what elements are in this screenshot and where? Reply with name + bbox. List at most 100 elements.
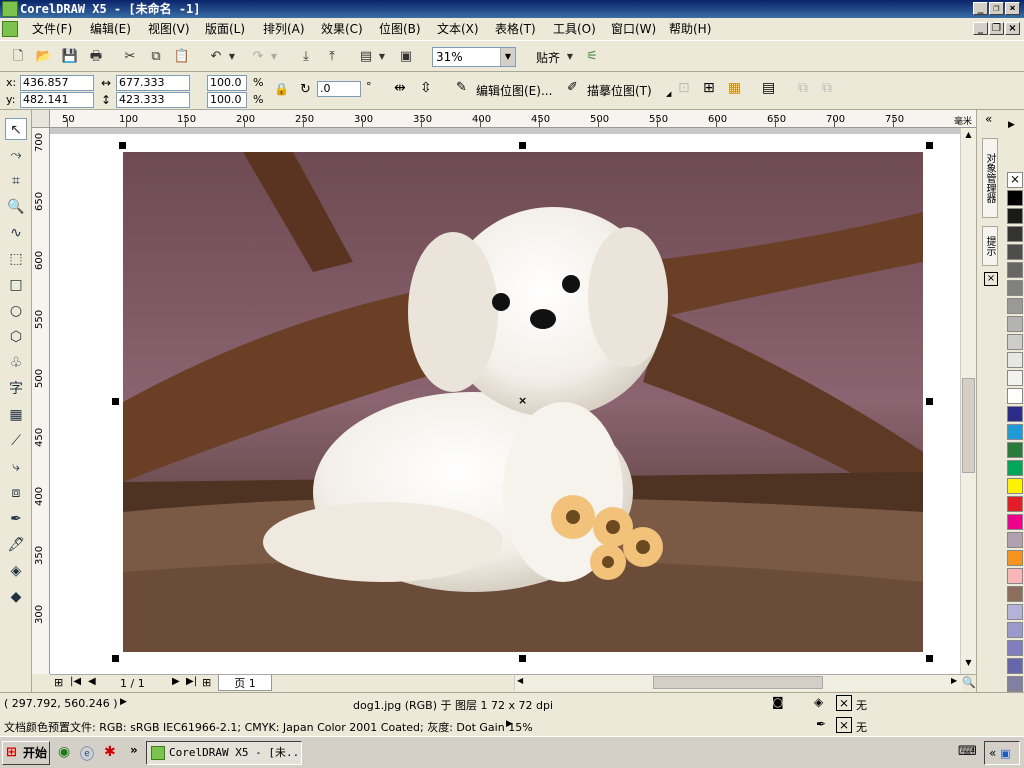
export-icon[interactable]: ⤒ xyxy=(322,47,342,67)
ellipse-tool-icon[interactable]: ○ xyxy=(5,300,27,322)
page-tab-1[interactable]: 页 1 xyxy=(218,675,272,691)
color-swatch[interactable] xyxy=(1007,316,1023,332)
color-swatch[interactable] xyxy=(1007,190,1023,206)
ie-quicklaunch-icon[interactable]: ⓔ xyxy=(80,744,94,764)
menu-view[interactable]: 视图(V) xyxy=(148,18,190,40)
navigator-zoom-icon[interactable]: 🔍 xyxy=(962,676,976,689)
drawing-canvas[interactable]: × xyxy=(50,128,960,674)
vertical-ruler[interactable]: 700 650 600 550 500 450 400 350 300 xyxy=(32,128,50,674)
profile-arrow-icon[interactable]: ▶ xyxy=(506,719,513,729)
rotation-angle-field[interactable]: .0 xyxy=(317,81,361,97)
horizontal-scroll-thumb[interactable] xyxy=(653,676,823,689)
print-icon[interactable]: 🖶 xyxy=(86,47,106,67)
undo-dropdown-icon[interactable]: ▼ xyxy=(226,47,238,67)
taskbar-coreldraw-window[interactable]: CorelDRAW X5 - [未... xyxy=(146,741,302,765)
pick-tool-icon[interactable]: ↖ xyxy=(5,118,27,140)
color-swatch[interactable] xyxy=(1007,460,1023,476)
edit-bitmap-button[interactable]: 编辑位图(E)... xyxy=(476,82,552,99)
last-page-icon[interactable]: ▶| xyxy=(186,676,197,687)
new-icon[interactable]: 🗋 xyxy=(8,47,28,67)
doc-minimize-button[interactable]: _ xyxy=(973,22,988,35)
keyboard-tray-icon[interactable]: ⌨ xyxy=(958,744,977,759)
close-docker-icon[interactable]: × xyxy=(984,272,998,286)
zoom-levels-select[interactable]: 31% ▼ xyxy=(432,47,516,67)
redo-icon[interactable]: ↷ xyxy=(248,47,268,67)
color-swatch[interactable] xyxy=(1007,568,1023,584)
trace-bitmap-button[interactable]: 描摹位图(T) xyxy=(587,82,652,99)
fill-tool-icon[interactable]: ◈ xyxy=(5,560,27,582)
mirror-horizontal-icon[interactable]: ⇹ xyxy=(394,80,406,96)
color-swatch[interactable] xyxy=(1007,334,1023,350)
color-swatch[interactable] xyxy=(1007,226,1023,242)
menu-tools[interactable]: 工具(O) xyxy=(553,18,596,40)
minimize-button[interactable]: _ xyxy=(973,2,988,15)
ruler-origin[interactable] xyxy=(32,110,50,128)
scroll-left-icon[interactable]: ◀ xyxy=(517,676,523,685)
polygon-tool-icon[interactable]: ⬡ xyxy=(5,326,27,348)
resize-handle-e[interactable] xyxy=(926,398,933,405)
more-quicklaunch-icon[interactable]: » xyxy=(130,743,138,757)
close-button[interactable]: × xyxy=(1005,2,1020,15)
smart-fill-tool-icon[interactable]: ⬚ xyxy=(5,248,27,270)
freehand-tool-icon[interactable]: ∿ xyxy=(5,222,27,244)
menu-window[interactable]: 窗口(W) xyxy=(611,18,656,40)
copy-icon[interactable]: ⧉ xyxy=(146,47,166,67)
resize-handle-n[interactable] xyxy=(519,142,526,149)
prev-page-icon[interactable]: ◀ xyxy=(88,676,96,687)
zoom-tool-icon[interactable]: 🔍 xyxy=(5,196,27,218)
color-swatch[interactable] xyxy=(1007,298,1023,314)
status-arrow-icon[interactable]: ▶ xyxy=(120,697,127,707)
no-color-swatch[interactable]: ⨯ xyxy=(1007,172,1023,188)
outline-none-swatch[interactable]: ⨯ xyxy=(836,717,852,733)
resize-handle-nw[interactable] xyxy=(119,142,126,149)
welcome-screen-icon[interactable]: ▣ xyxy=(396,47,416,67)
menu-text[interactable]: 文本(X) xyxy=(437,18,479,40)
next-page-icon[interactable]: ▶ xyxy=(172,676,180,687)
restore-button[interactable]: ❐ xyxy=(989,2,1004,15)
color-swatch[interactable] xyxy=(1007,478,1023,494)
cut-icon[interactable]: ✂ xyxy=(120,47,140,67)
color-swatch[interactable] xyxy=(1007,280,1023,296)
connector-tool-icon[interactable]: ⤷ xyxy=(5,456,27,478)
color-swatch[interactable] xyxy=(1007,586,1023,602)
table-tool-icon[interactable]: ▦ xyxy=(5,404,27,426)
resample-icon[interactable]: ⊞ xyxy=(703,80,715,96)
dimension-tool-icon[interactable]: ⟋ xyxy=(5,430,27,452)
trace-dropdown-icon[interactable]: ◢ xyxy=(666,90,671,98)
color-swatch[interactable] xyxy=(1007,352,1023,368)
vertical-scroll-thumb[interactable] xyxy=(962,378,975,473)
resize-handle-w[interactable] xyxy=(112,398,119,405)
resize-handle-se[interactable] xyxy=(926,655,933,662)
redo-dropdown-icon[interactable]: ▼ xyxy=(268,47,280,67)
import-icon[interactable]: ⤓ xyxy=(296,47,316,67)
menu-help[interactable]: 帮助(H) xyxy=(669,18,711,40)
open-icon[interactable]: 📂 xyxy=(34,47,54,67)
text-tool-icon[interactable]: 字 xyxy=(5,378,27,400)
horizontal-scrollbar[interactable]: ◀ ▶ xyxy=(514,675,962,691)
blend-tool-icon[interactable]: ⧈ xyxy=(5,482,27,504)
color-swatch[interactable] xyxy=(1007,262,1023,278)
resize-handle-s[interactable] xyxy=(519,655,526,662)
scroll-up-icon[interactable]: ▲ xyxy=(962,130,975,144)
add-page-after-icon[interactable]: ⊞ xyxy=(202,676,211,689)
outline-tool-icon[interactable]: 🖋 xyxy=(5,534,27,556)
scroll-down-icon[interactable]: ▼ xyxy=(962,658,975,672)
width-field[interactable]: 677.333 mm xyxy=(116,75,190,103)
chrome-quicklaunch-icon[interactable]: ◉ xyxy=(58,744,70,760)
vertical-scrollbar[interactable]: ▲ ▼ xyxy=(960,128,976,674)
menu-table[interactable]: 表格(T) xyxy=(495,18,536,40)
crop-tool-icon[interactable]: ⌗ xyxy=(5,170,27,192)
color-swatch[interactable] xyxy=(1007,604,1023,620)
paste-icon[interactable]: 📋 xyxy=(172,47,192,67)
color-swatch[interactable] xyxy=(1007,676,1023,692)
app-quicklaunch-icon[interactable]: ✱ xyxy=(104,744,116,760)
scale-width-field[interactable]: 100.0 xyxy=(207,75,247,91)
launcher-dropdown-icon[interactable]: ▼ xyxy=(376,47,388,67)
object-manager-tab[interactable]: 对象管理器 xyxy=(982,138,998,218)
color-swatch[interactable] xyxy=(1007,658,1023,674)
doc-restore-button[interactable]: ❐ xyxy=(989,22,1004,35)
resize-handle-ne[interactable] xyxy=(926,142,933,149)
lock-ratio-icon[interactable]: 🔒 xyxy=(274,82,289,96)
start-button[interactable]: ⊞ 开始 xyxy=(2,741,50,765)
color-swatch[interactable] xyxy=(1007,244,1023,260)
